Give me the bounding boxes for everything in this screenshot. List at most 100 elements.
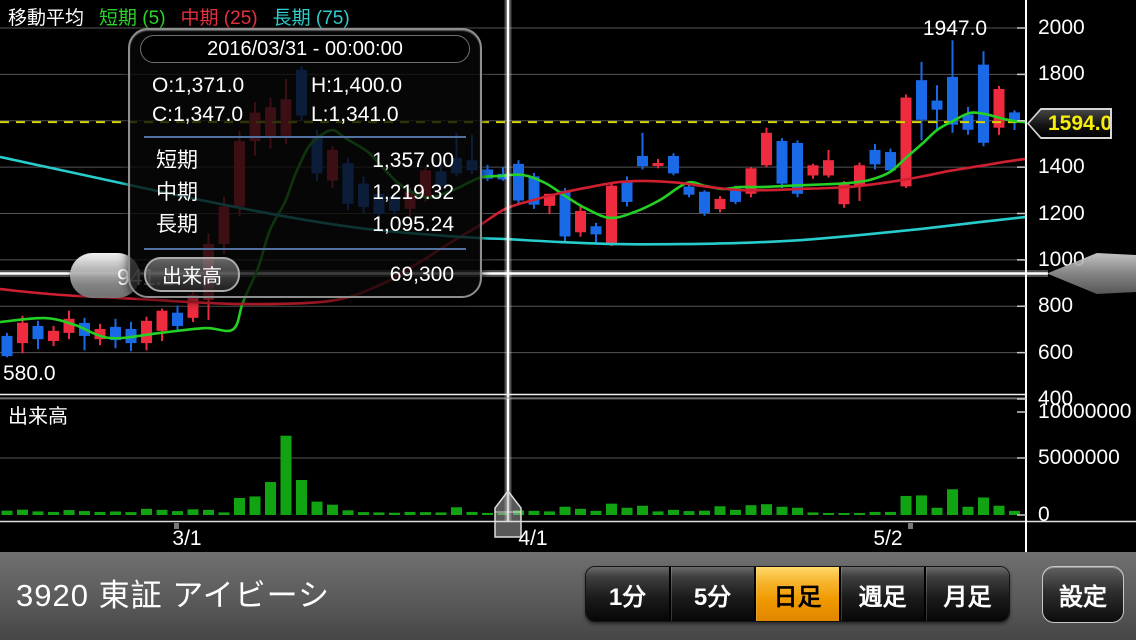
- volume-bar: [234, 498, 245, 515]
- volume-bar: [358, 512, 369, 515]
- volume-bar: [839, 513, 850, 515]
- volume-bar: [374, 512, 385, 515]
- candle: [172, 313, 183, 326]
- volume-axis-label: 0: [1038, 505, 1050, 525]
- candle: [637, 156, 648, 166]
- candle: [513, 164, 524, 201]
- settings-button[interactable]: 設定: [1042, 566, 1124, 623]
- volume-bar: [963, 507, 974, 515]
- candle: [901, 98, 912, 187]
- tooltip-ma-long-label: 長期: [156, 209, 198, 241]
- candle: [668, 156, 679, 173]
- candle: [575, 211, 586, 232]
- volume-bar: [95, 512, 106, 515]
- current-price-badge: 1594.0: [1027, 108, 1112, 139]
- legend-item-short: 短期 (5): [99, 3, 166, 30]
- volume-bar: [48, 512, 59, 515]
- candle: [823, 160, 834, 175]
- bottom-toolbar: 3920 東証 アイビーシ 1分 5分 日足 週足 月足 設定: [0, 552, 1136, 640]
- tooltip-ma-mid-value: 1,219.32: [372, 177, 454, 209]
- volume-bar: [978, 497, 989, 515]
- volume-bar: [219, 512, 230, 515]
- volume-bar: [730, 510, 741, 515]
- candle: [653, 163, 664, 166]
- candle: [606, 186, 617, 245]
- volume-bar: [823, 513, 834, 515]
- volume-bar: [637, 506, 648, 515]
- current-price-value: 1594.0: [1029, 110, 1110, 137]
- legend-item-mid: 中期 (25): [181, 3, 258, 30]
- price-axis-label: 1800: [1038, 64, 1085, 84]
- tooltip-divider: [144, 136, 466, 138]
- volume-bar: [792, 508, 803, 515]
- price-axis-label: 1400: [1038, 157, 1085, 177]
- date-axis-label: 4/1: [518, 527, 547, 551]
- price-axis-label: 1200: [1038, 204, 1085, 224]
- volume-bar: [575, 509, 586, 515]
- tooltip-datetime: 2016/03/31 - 00:00:00: [140, 35, 470, 63]
- volume-bar: [141, 509, 152, 515]
- crosshair-drag-handle: [495, 491, 521, 537]
- tooltip-divider: [144, 248, 466, 250]
- tooltip-low: L:1,341.0: [311, 100, 470, 129]
- stock-chart-app: 移動平均 短期 (5) 中期 (25) 長期 (75) 941.1 2016/0…: [0, 0, 1136, 640]
- volume-panel-title: 出来高: [8, 400, 68, 429]
- period-low-label: 580.0: [3, 362, 56, 386]
- volume-bar: [296, 480, 307, 515]
- volume-bar: [312, 502, 323, 515]
- volume-bar: [544, 511, 555, 515]
- moving-average-legend: 移動平均 短期 (5) 中期 (25) 長期 (75): [8, 3, 350, 30]
- volume-bar: [932, 508, 943, 515]
- volume-bar: [405, 512, 416, 515]
- candle: [157, 311, 168, 331]
- volume-axis-label: 10000000: [1038, 402, 1131, 422]
- candle: [17, 323, 28, 343]
- volume-bar: [281, 436, 292, 515]
- volume-axis-label: 5000000: [1038, 448, 1120, 468]
- volume-bar: [854, 513, 865, 515]
- volume-bar: [668, 510, 679, 515]
- volume-bar: [79, 511, 90, 515]
- volume-bar: [172, 511, 183, 515]
- candle: [715, 199, 726, 209]
- tooltip-volume-value: 69,300: [390, 263, 454, 287]
- volume-bar: [2, 511, 13, 515]
- tooltip-high: H:1,400.0: [311, 71, 470, 100]
- tooltip-ma-mid-label: 中期: [156, 177, 198, 209]
- candle: [33, 326, 44, 339]
- volume-bar: [916, 495, 927, 515]
- candle: [2, 336, 13, 356]
- candle: [932, 101, 943, 110]
- volume-bar: [17, 510, 28, 515]
- candle: [808, 165, 819, 175]
- volume-bar: [901, 496, 912, 515]
- volume-bar: [808, 512, 819, 515]
- volume-bar: [885, 512, 896, 515]
- date-axis-label: 3/1: [172, 527, 201, 551]
- volume-bar: [870, 512, 881, 515]
- candle: [622, 181, 633, 202]
- volume-bar: [327, 505, 338, 515]
- candle: [699, 192, 710, 213]
- volume-bar: [126, 512, 137, 515]
- volume-bar: [653, 511, 664, 515]
- candle: [591, 226, 602, 234]
- volume-bar: [606, 504, 617, 515]
- volume-bar: [715, 506, 726, 515]
- legend-title: 移動平均: [8, 3, 84, 30]
- volume-bar: [560, 507, 571, 515]
- volume-bar: [761, 504, 772, 515]
- volume-bar: [622, 508, 633, 515]
- tooltip-volume-label: 出来高: [144, 257, 240, 292]
- volume-bar: [33, 511, 44, 515]
- volume-bar: [343, 510, 354, 515]
- date-axis-label: 5/2: [873, 527, 902, 551]
- volume-bar: [250, 496, 261, 515]
- candle: [48, 331, 59, 341]
- volume-bar: [436, 512, 447, 515]
- price-axis-label: 600: [1038, 343, 1073, 363]
- volume-bar: [451, 507, 462, 515]
- volume-bar: [467, 512, 478, 515]
- legend-item-long: 長期 (75): [273, 3, 350, 30]
- tooltip-ma-short-value: 1,357.00: [372, 145, 454, 177]
